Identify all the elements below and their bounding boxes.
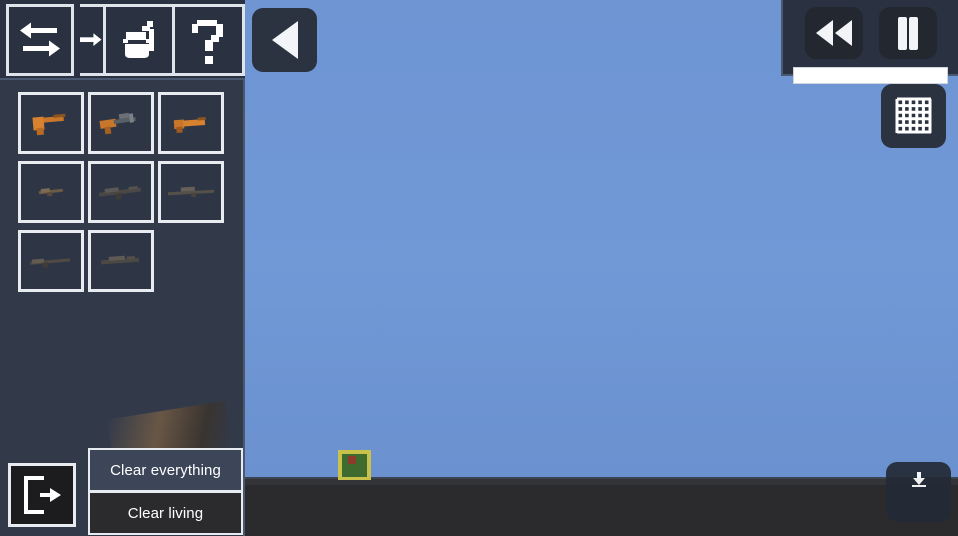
exit-button[interactable]: [8, 463, 76, 527]
weapon-sprite-carbine: [38, 188, 64, 197]
weapon-slot[interactable]: [88, 161, 154, 223]
grid-icon: [895, 97, 931, 134]
clear-everything-label: Clear everything: [110, 461, 221, 479]
clear-button-group: Clear everything Clear living: [88, 448, 243, 535]
weapon-sidebar: Clear everything Clear living: [0, 0, 245, 536]
weapon-sprite-machine-gun: [100, 255, 140, 265]
scene-object-crate[interactable]: [338, 450, 371, 480]
weapon-sprite-pistol: [32, 113, 66, 136]
timeline-slider[interactable]: [793, 67, 948, 84]
arrow-right-icon: [80, 33, 102, 47]
weapon-sprite-assault-rifle: [98, 185, 142, 200]
rewind-icon: [816, 20, 833, 46]
clear-living-label: Clear living: [127, 504, 204, 522]
clear-everything-button[interactable]: Clear everything: [90, 450, 241, 490]
swap-icon-button[interactable]: [6, 4, 75, 76]
playback-panel: [781, 0, 958, 84]
spray-can-icon: [123, 21, 155, 58]
rewind-icon-second: [835, 20, 852, 46]
weapon-slot[interactable]: [18, 92, 84, 154]
weapon-sprite-sniper: [167, 186, 215, 197]
weapon-slot[interactable]: [88, 230, 154, 292]
triangle-left-icon: [271, 21, 298, 59]
weapon-slot[interactable]: [18, 230, 84, 292]
question-mark-icon: [191, 20, 223, 64]
weapon-slot[interactable]: [158, 92, 224, 154]
swap-icon: [20, 22, 61, 57]
weapon-sprite-smg: [99, 112, 136, 135]
spray-can-icon-button[interactable]: [105, 4, 176, 76]
help-icon-button[interactable]: [175, 4, 245, 76]
weapon-sprite-revolver: [173, 116, 206, 134]
download-icon: [911, 472, 926, 487]
weapon-slot[interactable]: [18, 161, 84, 223]
playback-buttons: [783, 0, 958, 59]
rewind-button[interactable]: [805, 7, 863, 59]
scene-object-detail: [348, 456, 356, 464]
back-button[interactable]: [252, 8, 317, 72]
clear-living-button[interactable]: Clear living: [90, 493, 241, 533]
download-button[interactable]: [886, 462, 951, 522]
pause-button[interactable]: [879, 7, 937, 59]
weapon-slot[interactable]: [158, 161, 224, 223]
pause-icon-bar-left: [898, 16, 907, 50]
weapon-slot[interactable]: [88, 92, 154, 154]
game-screen: Clear everything Clear living: [0, 0, 958, 536]
grid-toggle-button[interactable]: [881, 84, 946, 148]
exit-door-icon: [24, 476, 61, 514]
arrow-right-icon-button[interactable]: [80, 4, 106, 76]
weapon-grid: [18, 92, 234, 299]
pause-icon-bar-right: [909, 16, 918, 50]
sidebar-toolbar: [0, 0, 245, 80]
weapon-sprite-shotgun: [29, 258, 71, 268]
